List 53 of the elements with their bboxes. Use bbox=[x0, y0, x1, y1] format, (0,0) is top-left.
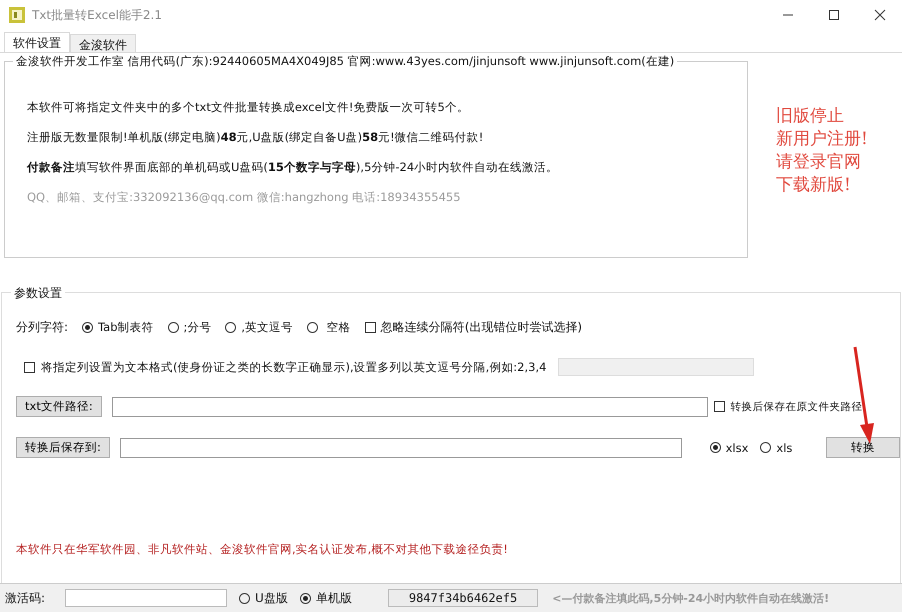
notice-text: 请登录官网 bbox=[776, 151, 862, 174]
separator-option[interactable]: ,英文逗号 bbox=[225, 320, 294, 335]
radio-button[interactable] bbox=[82, 322, 94, 333]
info-text: 本软件可将指定文件夹中的多个txt文件批量转换成excel文件!免费版一次可转5个。 bbox=[27, 99, 470, 116]
checkbox-label: 忽略连续分隔符(出现错位时尝试选择) bbox=[380, 319, 582, 336]
maximize-icon[interactable] bbox=[828, 9, 840, 21]
option-label: 单机版 bbox=[316, 590, 352, 606]
radio-button[interactable] bbox=[710, 442, 721, 453]
checkbox[interactable] bbox=[364, 322, 376, 333]
info-text: 注册版无数量限制!单机版(绑定电脑)48元,U盘版(绑定自备U盘)58元!微信二维码付款! bbox=[27, 129, 484, 146]
option-label: U盘版 bbox=[255, 590, 288, 606]
radio-button[interactable] bbox=[760, 442, 772, 453]
option-label: Tab制表符 bbox=[98, 320, 154, 335]
checkbox-label: 将指定列设置为文本格式(使身份证之类的长数字正确显示),设置多列以英文逗号分隔,例如:2,3,4 bbox=[41, 360, 546, 374]
radio-button[interactable] bbox=[168, 322, 179, 333]
close-icon[interactable] bbox=[874, 9, 886, 21]
separator-label: 分列字符: bbox=[16, 319, 68, 336]
convert-button[interactable]: 转换 bbox=[826, 437, 900, 458]
txt-path-button[interactable]: txt文件路径: bbox=[16, 396, 102, 417]
radio-button[interactable] bbox=[300, 592, 311, 604]
radio-button[interactable] bbox=[225, 322, 236, 333]
contact-text: QQ、邮箱、支付宝:332092136@qq.com 微信:hangzhong 电话:18934355455 bbox=[27, 189, 462, 206]
notice-text: 下载新版! bbox=[776, 174, 852, 197]
option-label: xls bbox=[776, 440, 792, 454]
window-title: Txt批量转Excel能手2.1 bbox=[32, 6, 162, 24]
option-label: ,英文逗号 bbox=[241, 320, 294, 335]
group-title: 金浚软件开发工作室 信用代码(广东):92440605MA4X049J85 官网:www.43yes.com/jinjunsoft www.jinjunsoft.com(在建) bbox=[13, 54, 678, 69]
notice-text: 新用户注册! bbox=[776, 128, 868, 151]
activation-field[interactable] bbox=[65, 589, 228, 607]
group-title: 参数设置 bbox=[11, 285, 65, 302]
disclaimer-text: 本软件只在华军软件园、非凡软件站、金浚软件官网,实名认证发布,概不对其他下载途径负责! bbox=[16, 542, 509, 557]
radio-button[interactable] bbox=[307, 322, 318, 333]
path-field[interactable] bbox=[112, 396, 708, 416]
checkbox[interactable] bbox=[714, 401, 725, 412]
option-label: ;分号 bbox=[184, 320, 212, 335]
notice-text: 旧版停止 bbox=[776, 105, 845, 128]
separator-option[interactable]: 空格 bbox=[307, 320, 351, 335]
save-to-button[interactable]: 转换后保存到: bbox=[16, 437, 110, 458]
hint-text: <—付款备注填此码,5分钟-24小时内软件自动在线激活! bbox=[552, 590, 830, 606]
checkbox-label: 转换后保存在原文件夹路径 bbox=[730, 400, 863, 414]
option-label: 空格 bbox=[326, 320, 351, 335]
checkbox[interactable] bbox=[24, 362, 35, 372]
radio-button[interactable] bbox=[239, 592, 250, 604]
tab[interactable]: 金浚软件 bbox=[70, 34, 136, 52]
tab[interactable]: 软件设置 bbox=[4, 32, 70, 52]
activation-label: 激活码: bbox=[5, 590, 46, 606]
app-logo-icon bbox=[8, 6, 26, 24]
separator-option[interactable]: ;分号 bbox=[168, 320, 212, 335]
info-text: 付款备注填写软件界面底部的单机码或U盘码(15个数字与字母),5分钟-24小时内软件自动在线激活。 bbox=[27, 159, 560, 176]
path-field[interactable] bbox=[120, 438, 682, 458]
machine-code: 9847f34b6462ef5 bbox=[388, 589, 538, 607]
option-label: xlsx bbox=[726, 440, 748, 454]
separator-option[interactable]: Tab制表符 bbox=[82, 320, 154, 335]
